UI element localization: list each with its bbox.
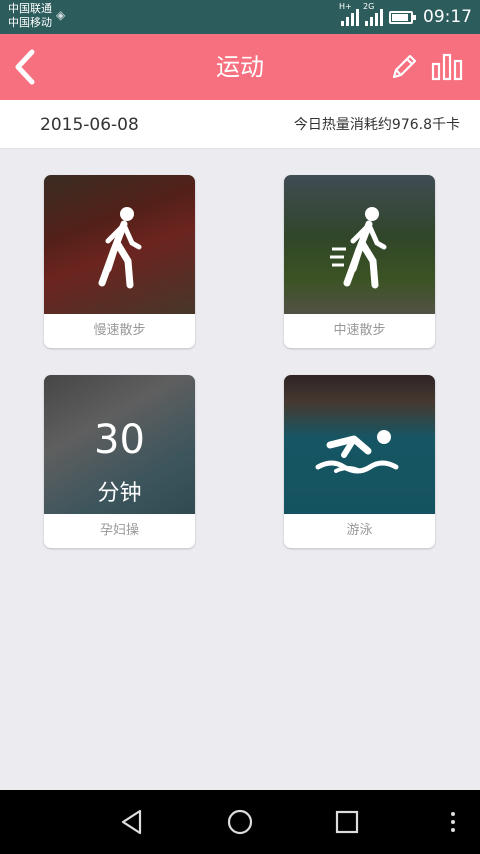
activity-card-prenatal-exercise[interactable]: 30 分钟 孕妇操 (44, 375, 195, 548)
duration-unit: 分钟 (97, 481, 142, 506)
activity-label: 慢速散步 (93, 323, 146, 338)
summary-row: 2015-06-08 今日热量消耗约976.8千卡 (0, 100, 480, 149)
network-tag-1: H+ (339, 2, 352, 11)
carrier-2: 中国移动 (8, 16, 52, 29)
activity-photo (44, 175, 195, 314)
recents-square-icon (335, 810, 359, 834)
brisk-walking-icon (330, 207, 387, 289)
back-triangle-icon (121, 809, 142, 835)
carrier-1: 中国联通 (8, 2, 52, 15)
activity-label: 中速散步 (333, 323, 386, 338)
status-bar: 中国联通 中国移动 ◈ H+ 2G 09:17 (0, 0, 480, 34)
activity-card-swimming[interactable]: 游泳 (284, 375, 435, 548)
calories-label: 今日热量消耗约976.8千卡 (293, 117, 460, 133)
signal-icon-1: H+ (339, 2, 359, 26)
wifi-icon: ◈ (56, 8, 66, 22)
home-circle-icon (227, 809, 253, 835)
signal-icon-2: 2G (363, 2, 383, 26)
battery-icon (389, 10, 416, 24)
nav-more-button[interactable] (440, 806, 464, 838)
nav-recents-button[interactable] (331, 806, 363, 838)
more-dots-icon (451, 812, 455, 832)
nav-back-button[interactable] (117, 806, 149, 838)
swimming-icon (315, 430, 399, 474)
edit-button[interactable] (388, 51, 420, 83)
network-tag-2: 2G (363, 2, 375, 11)
bar-chart-icon (431, 53, 463, 81)
activity-label: 孕妇操 (99, 523, 139, 538)
statistics-button[interactable] (430, 52, 464, 82)
activity-label: 游泳 (346, 523, 373, 538)
activity-card-slow-walk[interactable]: 慢速散步 (44, 175, 195, 348)
activity-photo (284, 375, 435, 514)
status-right: H+ 2G 09:17 (339, 2, 472, 30)
activity-card-brisk-walk[interactable]: 中速散步 (284, 175, 435, 348)
carrier-info: 中国联通 中国移动 (8, 2, 52, 30)
app-header: 运动 (0, 34, 480, 100)
duration-value: 30 (94, 417, 145, 463)
pencil-icon (392, 54, 417, 79)
nav-home-button[interactable] (224, 806, 256, 838)
clock: 09:17 (423, 7, 472, 27)
chevron-left-icon (15, 49, 35, 85)
date-label: 2015-06-08 (40, 115, 139, 135)
system-navigation-bar (0, 790, 480, 854)
back-button[interactable] (10, 47, 46, 87)
activity-photo: 30 分钟 (44, 375, 195, 514)
activity-photo (284, 175, 435, 314)
walking-icon (98, 207, 142, 289)
